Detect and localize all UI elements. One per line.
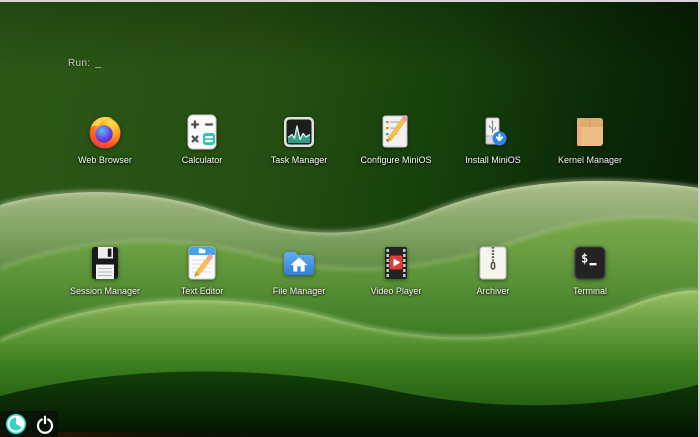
text-editor-icon <box>182 243 222 283</box>
power-button[interactable] <box>34 413 56 435</box>
kernel-manager-icon <box>570 112 610 152</box>
desktop-icon-kernel-manager[interactable]: Kernel Manager <box>535 112 645 165</box>
calculator-icon <box>182 112 222 152</box>
desktop-icon-web-browser[interactable]: Web Browser <box>50 112 160 165</box>
run-prompt-cursor: _ <box>95 58 101 69</box>
desktop-icon-text-editor[interactable]: Text Editor <box>147 243 257 296</box>
icon-label: Terminal <box>573 286 607 296</box>
icon-label: Kernel Manager <box>558 155 622 165</box>
desktop: Run: _ Web Browser <box>0 0 700 437</box>
desktop-icon-terminal[interactable]: $ Terminal <box>535 243 645 296</box>
desktop-icon-archiver[interactable]: Archiver <box>438 243 548 296</box>
desktop-icon-install-minios[interactable]: Install MiniOS <box>438 112 548 165</box>
bottom-panel <box>0 411 58 437</box>
clock-logo-icon <box>5 413 27 435</box>
icon-label: Calculator <box>182 155 223 165</box>
session-manager-icon <box>85 243 125 283</box>
dollar-prompt-glyph: $ <box>581 252 588 266</box>
desktop-icon-configure-minios[interactable]: Configure MiniOS <box>341 112 451 165</box>
desktop-icon-task-manager[interactable]: Task Manager <box>244 112 354 165</box>
desktop-icon-session-manager[interactable]: Session Manager <box>50 243 160 296</box>
icon-label: Web Browser <box>78 155 132 165</box>
web-browser-icon <box>85 112 125 152</box>
desktop-icon-video-player[interactable]: Video Player <box>341 243 451 296</box>
task-manager-icon <box>279 112 319 152</box>
icon-label: Session Manager <box>70 286 140 296</box>
install-minios-icon <box>473 112 513 152</box>
icon-label: Configure MiniOS <box>360 155 431 165</box>
minios-menu-button[interactable] <box>5 413 27 435</box>
configure-minios-icon <box>376 112 416 152</box>
icon-label: Install MiniOS <box>465 155 521 165</box>
icon-label: Archiver <box>476 286 509 296</box>
power-icon <box>35 414 55 434</box>
run-prompt-label: Run: <box>68 58 90 69</box>
wallpaper <box>0 0 700 437</box>
file-manager-icon <box>279 243 319 283</box>
icon-label: Task Manager <box>271 155 328 165</box>
run-prompt[interactable]: Run: _ <box>68 58 101 69</box>
video-player-icon <box>376 243 416 283</box>
icon-label: Video Player <box>371 286 422 296</box>
desktop-icon-calculator[interactable]: Calculator <box>147 112 257 165</box>
terminal-icon: $ <box>570 243 610 283</box>
desktop-icon-file-manager[interactable]: File Manager <box>244 243 354 296</box>
archiver-icon <box>473 243 513 283</box>
icon-label: Text Editor <box>181 286 224 296</box>
icon-label: File Manager <box>273 286 326 296</box>
